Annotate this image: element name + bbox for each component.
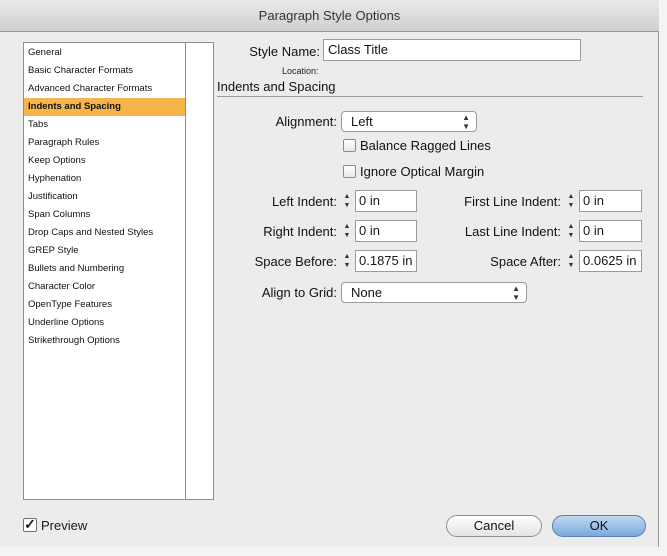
checkmark-icon: ✓ [24, 516, 36, 532]
space-after-label: Space After: [490, 254, 561, 269]
style-name-label: Style Name: [249, 44, 320, 59]
balance-ragged-lines-checkbox[interactable] [343, 139, 356, 152]
sidebar-item-indents-and-spacing[interactable]: Indents and Spacing [24, 98, 186, 116]
last-line-indent-label: Last Line Indent: [464, 224, 561, 239]
left-indent-stepper[interactable]: ▲ ▼ 0 in [341, 190, 417, 212]
last-line-indent-input[interactable]: 0 in [579, 220, 642, 242]
sidebar-item-bullets-and-numbering[interactable]: Bullets and Numbering [24, 260, 186, 278]
preview-label: Preview [41, 518, 88, 533]
paragraph-style-options-dialog: Paragraph Style Options General Basic Ch… [0, 0, 659, 556]
right-indent-stepper[interactable]: ▲ ▼ 0 in [341, 220, 417, 242]
category-list-scrollbar[interactable] [185, 43, 213, 499]
stepper-arrows-icon[interactable]: ▲ ▼ [341, 251, 353, 271]
stepper-arrows-icon[interactable]: ▲ ▼ [565, 191, 577, 211]
sidebar-item-strikethrough-options[interactable]: Strikethrough Options [24, 332, 186, 350]
category-list-items: General Basic Character Formats Advanced… [24, 43, 186, 350]
category-list: General Basic Character Formats Advanced… [23, 42, 214, 500]
location-label: Location: [282, 66, 319, 76]
align-to-grid-value: None [351, 285, 383, 300]
right-indent-label: Right Indent: [263, 224, 337, 239]
stepper-arrows-icon[interactable]: ▲ ▼ [565, 251, 577, 271]
align-to-grid-select[interactable]: None ▲ ▼ [341, 282, 527, 303]
sidebar-item-tabs[interactable]: Tabs [24, 116, 186, 134]
ok-button[interactable]: OK [552, 515, 646, 537]
ignore-optical-margin-checkbox[interactable] [343, 165, 356, 178]
first-line-indent-input[interactable]: 0 in [579, 190, 642, 212]
stepper-arrows-icon[interactable]: ▲ ▼ [341, 221, 353, 241]
space-after-input[interactable]: 0.0625 in [579, 250, 642, 272]
alignment-label: Alignment: [275, 114, 337, 129]
left-indent-label: Left Indent: [271, 194, 337, 209]
sidebar-item-character-color[interactable]: Character Color [24, 278, 186, 296]
sidebar-item-paragraph-rules[interactable]: Paragraph Rules [24, 134, 186, 152]
sidebar-item-hyphenation[interactable]: Hyphenation [24, 170, 186, 188]
ignore-optical-margin-label: Ignore Optical Margin [360, 164, 485, 179]
first-line-indent-label: First Line Indent: [464, 194, 561, 209]
stepper-arrows-icon[interactable]: ▲ ▼ [565, 221, 577, 241]
section-divider [217, 96, 643, 97]
space-before-label: Space Before: [254, 254, 337, 269]
sidebar-item-grep-style[interactable]: GREP Style [24, 242, 186, 260]
last-line-indent-stepper[interactable]: ▲ ▼ 0 in [565, 220, 642, 242]
sidebar-item-underline-options[interactable]: Underline Options [24, 314, 186, 332]
sidebar-item-opentype-features[interactable]: OpenType Features [24, 296, 186, 314]
right-indent-input[interactable]: 0 in [355, 220, 417, 242]
sidebar-item-basic-character-formats[interactable]: Basic Character Formats [24, 62, 186, 80]
left-indent-input[interactable]: 0 in [355, 190, 417, 212]
sidebar-item-drop-caps[interactable]: Drop Caps and Nested Styles [24, 224, 186, 242]
sidebar-item-advanced-character-formats[interactable]: Advanced Character Formats [24, 80, 186, 98]
preview-checkbox[interactable]: ✓ [23, 516, 37, 532]
popup-arrows-icon: ▲ ▼ [462, 113, 470, 131]
stepper-arrows-icon[interactable]: ▲ ▼ [341, 191, 353, 211]
sidebar-item-span-columns[interactable]: Span Columns [24, 206, 186, 224]
background-document-edge [659, 0, 667, 556]
sidebar-item-keep-options[interactable]: Keep Options [24, 152, 186, 170]
background-document-bottom [0, 547, 659, 556]
alignment-select[interactable]: Left ▲ ▼ [341, 111, 477, 132]
style-name-input[interactable]: Class Title [323, 39, 581, 61]
space-before-stepper[interactable]: ▲ ▼ 0.1875 in [341, 250, 417, 272]
popup-arrows-icon: ▲ ▼ [512, 284, 520, 302]
balance-ragged-lines-label: Balance Ragged Lines [360, 138, 491, 153]
cancel-button[interactable]: Cancel [446, 515, 542, 537]
align-to-grid-label: Align to Grid: [261, 285, 337, 300]
space-before-input[interactable]: 0.1875 in [355, 250, 417, 272]
sidebar-item-general[interactable]: General [24, 44, 186, 62]
window-title: Paragraph Style Options [0, 0, 659, 32]
sidebar-item-justification[interactable]: Justification [24, 188, 186, 206]
alignment-value: Left [351, 114, 373, 129]
first-line-indent-stepper[interactable]: ▲ ▼ 0 in [565, 190, 642, 212]
space-after-stepper[interactable]: ▲ ▼ 0.0625 in [565, 250, 642, 272]
section-title: Indents and Spacing [217, 79, 336, 94]
